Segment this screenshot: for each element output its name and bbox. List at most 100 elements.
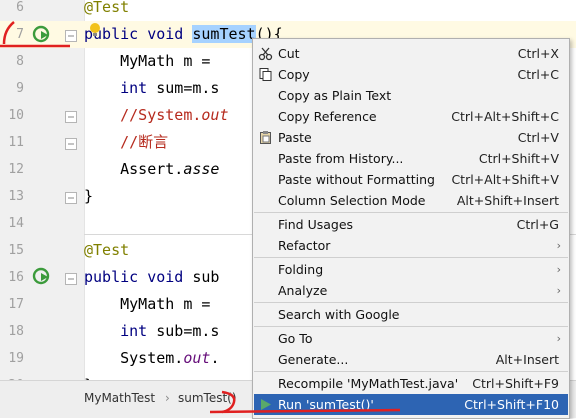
menu-item-label: Recompile 'MyMathTest.java': [278, 376, 459, 391]
submenu-arrow-icon: ›: [556, 239, 561, 252]
line-number: 11: [8, 135, 24, 150]
line-number: 10: [8, 108, 24, 123]
line-number: 12: [8, 162, 24, 177]
menu-item-label: Copy Reference: [278, 109, 377, 124]
clipboard-icon: [258, 130, 273, 145]
menu-item-cut[interactable]: Cut Ctrl+X: [254, 43, 568, 64]
menu-item-shortcut: Ctrl+Shift+F10: [464, 397, 559, 412]
submenu-arrow-icon: ›: [556, 332, 561, 345]
fold-icon[interactable]: [64, 271, 78, 290]
submenu-arrow-icon: ›: [556, 284, 561, 297]
code-token: public void: [84, 268, 193, 286]
menu-item-find-usages[interactable]: Find Usages Ctrl+G: [254, 214, 568, 235]
line-number: 16: [8, 270, 24, 285]
code-token: MyMath m =: [84, 52, 220, 70]
copy-icon: [258, 67, 273, 82]
line-number: 17: [8, 297, 24, 312]
fold-icon[interactable]: [64, 28, 78, 47]
menu-item-shortcut: Ctrl+G: [516, 217, 559, 232]
menu-separator: [254, 302, 568, 303]
line-number: 7: [16, 27, 24, 42]
run-test-gutter-icon[interactable]: [31, 24, 51, 48]
menu-item-label: Paste without Formatting: [278, 172, 435, 187]
menu-item-search-with-google[interactable]: Search with Google: [254, 304, 568, 325]
menu-item-analyze[interactable]: Analyze ›: [254, 280, 568, 301]
menu-item-run-sumtest[interactable]: Run 'sumTest()' Ctrl+Shift+F10: [254, 394, 568, 415]
menu-separator: [254, 326, 568, 327]
code-token: MyMath m =: [84, 295, 220, 313]
menu-item-paste-from-history[interactable]: Paste from History... Ctrl+Shift+V: [254, 148, 568, 169]
line-number: 15: [8, 243, 24, 258]
code-token: sub=m.s: [147, 322, 220, 340]
line-number: 9: [16, 81, 24, 96]
line-number: 14: [8, 216, 24, 231]
code-token: sumTest: [192, 25, 256, 43]
menu-item-copy-reference[interactable]: Copy Reference Ctrl+Alt+Shift+C: [254, 106, 568, 127]
menu-item-label: Generate...: [278, 352, 349, 367]
menu-item-shortcut: Ctrl+Alt+Shift+C: [451, 109, 559, 124]
code-token: System.: [84, 349, 184, 367]
menu-item-paste-without-formatting[interactable]: Paste without Formatting Ctrl+Alt+Shift+V: [254, 169, 568, 190]
code-token: @Test: [84, 0, 130, 16]
menu-item-shortcut: Alt+Insert: [495, 352, 559, 367]
code-line[interactable]: @Test: [84, 0, 576, 21]
menu-separator: [254, 257, 568, 258]
menu-item-shortcut: Ctrl+Shift+V: [478, 151, 559, 166]
menu-item-label: Copy as Plain Text: [278, 88, 392, 103]
menu-item-shortcut: Ctrl+V: [517, 130, 559, 145]
breadcrumb-method[interactable]: sumTest(): [178, 391, 237, 405]
menu-item-label: Go To: [278, 331, 313, 346]
breadcrumb-class[interactable]: MyMathTest: [84, 391, 155, 405]
menu-item-label: Column Selection Mode: [278, 193, 426, 208]
menu-item-label: Copy: [278, 67, 310, 82]
menu-item-label: Analyze: [278, 283, 328, 298]
code-token: }: [84, 187, 94, 205]
menu-item-copy-as-plain-text[interactable]: Copy as Plain Text: [254, 85, 568, 106]
code-token: sum=m.s: [147, 79, 220, 97]
code-token: out: [201, 106, 229, 124]
menu-item-shortcut: Ctrl+Shift+F9: [472, 376, 559, 391]
code-token: //断言: [84, 133, 169, 151]
menu-item-go-to[interactable]: Go To ›: [254, 328, 568, 349]
run-test-gutter-icon[interactable]: [31, 266, 51, 290]
line-number: 18: [8, 324, 24, 339]
menu-item-label: Refactor: [278, 238, 331, 253]
code-token: int: [120, 322, 148, 340]
menu-item-label: Folding: [278, 262, 324, 277]
menu-item-recompile-mymathtest-java[interactable]: Recompile 'MyMathTest.java' Ctrl+Shift+F9: [254, 373, 568, 394]
menu-item-label: Find Usages: [278, 217, 354, 232]
fold-icon[interactable]: [64, 136, 78, 155]
menu-item-shortcut: Ctrl+C: [517, 67, 559, 82]
menu-item-shortcut: Alt+Shift+Insert: [456, 193, 559, 208]
code-token: int: [120, 79, 148, 97]
breadcrumb-separator: ›: [165, 391, 170, 405]
line-number: 13: [8, 189, 24, 204]
menu-item-label: Paste: [278, 130, 312, 145]
fold-icon[interactable]: [64, 190, 78, 209]
menu-item-shortcut: Ctrl+X: [517, 46, 559, 61]
menu-item-label: Run 'sumTest()': [278, 397, 374, 412]
menu-item-refactor[interactable]: Refactor ›: [254, 235, 568, 256]
run-icon: [258, 397, 273, 412]
menu-item-folding[interactable]: Folding ›: [254, 259, 568, 280]
line-number: 19: [8, 351, 24, 366]
menu-item-column-selection-mode[interactable]: Column Selection Mode Alt+Shift+Insert: [254, 190, 568, 211]
menu-separator: [254, 212, 568, 213]
submenu-arrow-icon: ›: [556, 263, 561, 276]
menu-item-copy[interactable]: Copy Ctrl+C: [254, 64, 568, 85]
menu-item-label: Paste from History...: [278, 151, 404, 166]
menu-item-paste[interactable]: Paste Ctrl+V: [254, 127, 568, 148]
menu-item-label: Cut: [278, 46, 300, 61]
scissors-icon: [258, 46, 273, 61]
line-number: 8: [16, 54, 24, 69]
line-number: 6: [16, 0, 24, 15]
context-menu: Cut Ctrl+X Copy Ctrl+C Copy as Plain Text Cop…: [252, 38, 570, 419]
editor-gutter: 67891011121314151617181920: [0, 0, 85, 393]
fold-icon[interactable]: [64, 109, 78, 128]
intention-bulb-icon[interactable]: [88, 22, 102, 42]
code-token: .: [210, 349, 220, 367]
menu-item-generate[interactable]: Generate... Alt+Insert: [254, 349, 568, 370]
code-token: //System.: [84, 106, 202, 124]
